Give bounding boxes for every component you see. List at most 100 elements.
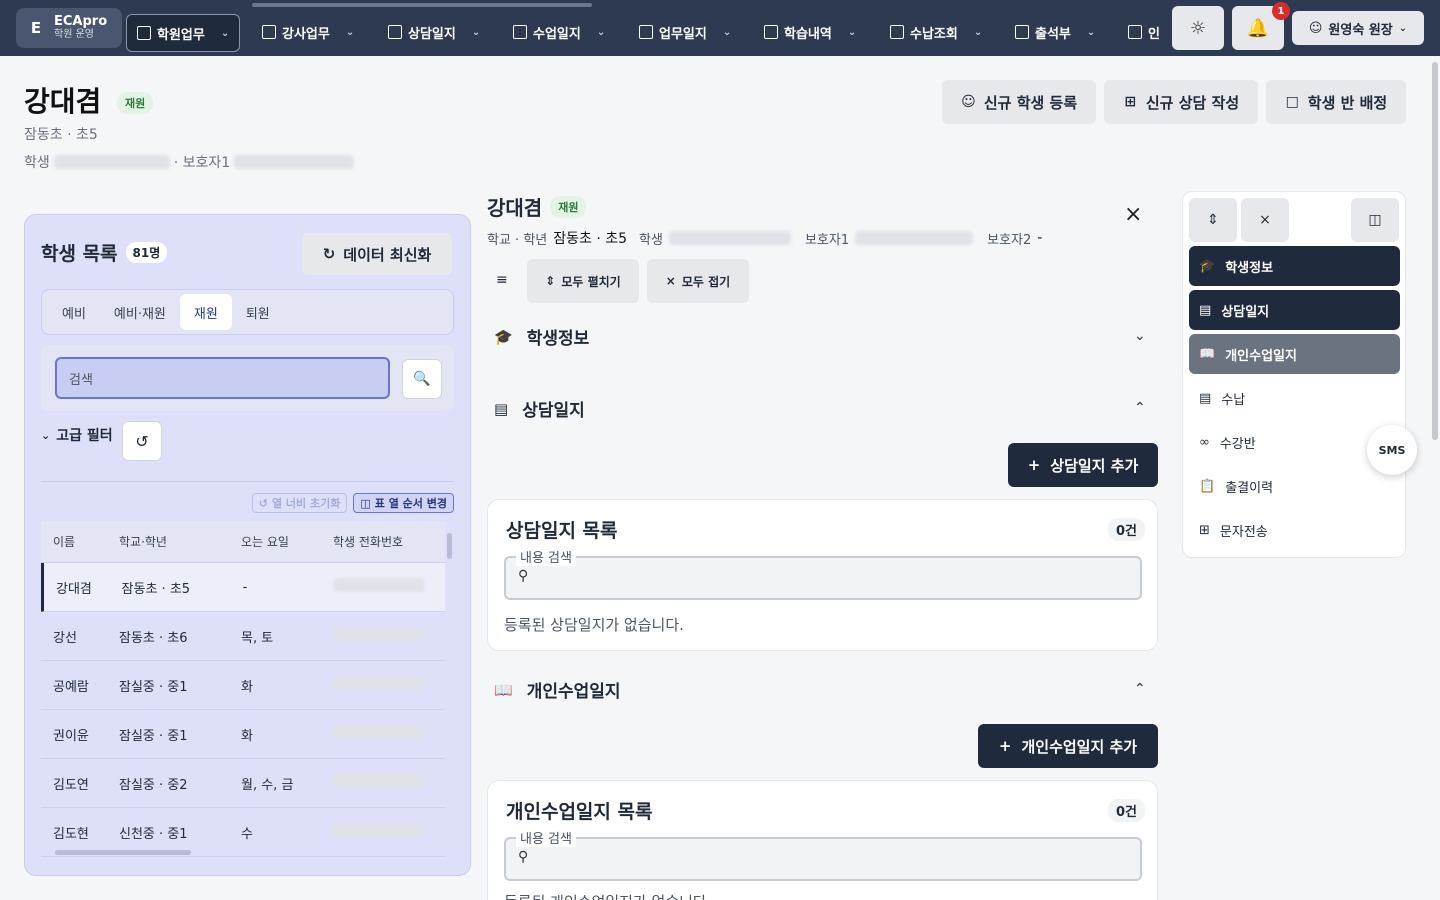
bell-icon: 🔔 <box>1246 17 1270 39</box>
reset-icon: ↺ <box>135 431 149 451</box>
tab-enrolled[interactable]: 재원 <box>179 294 232 330</box>
rnav-label: 개인수업일지 <box>1225 348 1297 364</box>
adv-filter-label: 고급 필터 <box>56 428 113 444</box>
table-tools: ↺ 열 너비 초기화 ◫ 표 열 순서 변경 <box>251 493 454 513</box>
user-menu-button[interactable]: ☺ 원영숙 원장 ⌄ <box>1292 11 1424 45</box>
table-row[interactable]: 강선 잠동초 · 초6 목, 토 <box>41 612 445 661</box>
lesson-search-input[interactable]: 내용 검색 ⚲ <box>504 828 1142 881</box>
edit-icon <box>262 25 276 39</box>
col-school[interactable]: 학교·학년 <box>105 533 227 550</box>
section-title: 개인수업일지 <box>526 682 621 702</box>
nav-item-lesson[interactable]: 수업일지 ⌄ <box>513 14 605 50</box>
table-vertical-scrollbar[interactable] <box>447 533 452 559</box>
search-button[interactable]: 🔍 <box>402 359 442 399</box>
nav-scrollbar[interactable] <box>252 3 592 7</box>
phone-blurred <box>53 155 170 169</box>
nav-item-learning[interactable]: 학습내역 ⌄ <box>764 14 856 50</box>
new-consult-button[interactable]: ⊞ 신규 상담 작성 <box>1104 80 1258 124</box>
chevron-down-icon[interactable]: ⌄ <box>1134 328 1146 344</box>
logo-mark: E <box>30 19 42 37</box>
nav-item-payment[interactable]: 수납조회 ⌄ <box>890 14 982 50</box>
rnav-consult[interactable]: ▤ 상담일지 <box>1189 290 1400 330</box>
nav-label: 수업일지 <box>533 26 581 42</box>
add-lesson-button[interactable]: + 개인수업일지 추가 <box>978 724 1158 768</box>
tab-withdrawn[interactable]: 퇴원 <box>232 294 284 330</box>
guardian1-blurred <box>855 231 974 245</box>
list-ordered-icon[interactable]: ≡ <box>496 272 508 288</box>
sms-floating-button[interactable]: SMS <box>1367 425 1417 475</box>
user-name: 원영숙 원장 <box>1328 22 1393 38</box>
app-logo[interactable]: E ECApro 학원 운영 <box>16 8 122 48</box>
cell-phone <box>320 578 445 596</box>
card-count: 0건 <box>1107 799 1145 822</box>
section-header-student-info[interactable]: 🎓 학생정보 <box>494 324 589 350</box>
nav-item-consult[interactable]: 상담일지 ⌄ <box>388 14 480 50</box>
search-icon: ⚲ <box>518 568 529 584</box>
nav-label: 출석부 <box>1035 26 1071 42</box>
reset-width-label: 열 너비 초기화 <box>271 497 341 510</box>
nav-item-teacher[interactable]: 강사업무 ⌄ <box>262 14 354 50</box>
user-icon: ☺ <box>1308 20 1323 36</box>
student-count-badge: 81명 <box>125 242 168 263</box>
expand-all-button[interactable]: ⇕ 모두 펼치기 <box>527 259 639 303</box>
card-count: 0건 <box>1107 518 1145 541</box>
section-header-lesson[interactable]: 📖 개인수업일지 <box>494 677 621 703</box>
nav-item-attendance[interactable]: 출석부 ⌄ <box>1015 14 1095 50</box>
consult-search-input[interactable]: 내용 검색 ⚲ <box>504 547 1142 600</box>
expand-all-icon-button[interactable]: ⇕ <box>1189 198 1237 242</box>
reset-column-width-button[interactable]: ↺ 열 너비 초기화 <box>251 493 348 513</box>
section-nav-panel: ⇕ × ◫ 🎓 학생정보 ▤ 상담일지 📖 개인수업일지 ▤ 수납 ∞ 수강반 … <box>1182 191 1406 558</box>
nav-item-more[interactable]: 인 <box>1128 14 1160 50</box>
rnav-student-info[interactable]: 🎓 학생정보 <box>1189 246 1400 286</box>
col-phone[interactable]: 학생 전화번호 <box>319 533 445 550</box>
panel-toggle-button[interactable]: ◫ <box>1351 198 1399 242</box>
chevron-up-icon[interactable]: ⌃ <box>1134 400 1146 416</box>
rnav-sms[interactable]: ⊞ 문자전송 <box>1189 510 1400 550</box>
clipboard-check-icon <box>1015 25 1029 39</box>
rnav-lesson[interactable]: 📖 개인수업일지 <box>1189 334 1400 374</box>
table-horizontal-scrollbar[interactable] <box>55 850 191 855</box>
theme-toggle-button[interactable]: ☼ <box>1172 6 1224 50</box>
empty-message: 등록된 개인수업일지가 없습니다. <box>504 891 712 900</box>
collapse-all-label: 모두 접기 <box>681 274 731 289</box>
reset-filter-button[interactable]: ↺ <box>122 421 162 461</box>
add-consult-button[interactable]: + 상담일지 추가 <box>1008 443 1158 487</box>
section-title: 상담일지 <box>522 401 585 421</box>
nav-item-work[interactable]: 업무일지 ⌄ <box>639 14 731 50</box>
col-days[interactable]: 오는 요일 <box>227 533 319 550</box>
message-plus-icon <box>388 25 402 39</box>
consult-list-card: 상담일지 목록 0건 내용 검색 ⚲ 등록된 상담일지가 없습니다. <box>487 499 1158 651</box>
search-input[interactable]: 검색 <box>55 357 390 399</box>
nav-item-academy[interactable]: 학원업무 ⌄ <box>126 14 241 52</box>
student-name: 강대겸 <box>24 85 102 118</box>
nav-label: 인 <box>1148 26 1160 42</box>
page-scrollbar[interactable] <box>1432 62 1438 440</box>
collapse-all-icon-button[interactable]: × <box>1241 198 1289 242</box>
close-icon[interactable]: × <box>1124 202 1142 227</box>
notifications-button[interactable]: 🔔 1 <box>1232 2 1290 50</box>
collapse-all-button[interactable]: × 모두 접기 <box>647 259 749 303</box>
table-row[interactable]: 공예람 잠실중 · 중1 화 <box>41 661 445 710</box>
tab-prospective-enrolled[interactable]: 예비·재원 <box>100 294 180 330</box>
table-row[interactable]: 강대겸 잠동초 · 초5 - <box>41 563 445 612</box>
assign-class-button[interactable]: □ 학생 반 배정 <box>1266 80 1406 124</box>
tab-prospective[interactable]: 예비 <box>48 294 100 330</box>
register-student-button[interactable]: ☺ 신규 학생 등록 <box>942 80 1096 124</box>
rnav-label: 출결이력 <box>1225 480 1274 496</box>
clipboard-icon: 📋 <box>1199 478 1216 494</box>
rnav-attendance[interactable]: 📋 출결이력 <box>1189 466 1400 506</box>
chevron-up-icon[interactable]: ⌃ <box>1134 681 1146 697</box>
col-name[interactable]: 이름 <box>41 533 105 550</box>
advanced-filter-toggle[interactable]: ⌄ 고급 필터 <box>41 425 113 445</box>
refresh-data-button[interactable]: ↻ 데이터 최신화 <box>302 233 452 275</box>
nav-label: 강사업무 <box>282 26 330 42</box>
chevrons-expand-icon: ⇕ <box>1207 212 1219 228</box>
student-list-panel: 학생 목록 81명 ↻ 데이터 최신화 예비 예비·재원 재원 퇴원 검색 🔍 … <box>24 214 471 876</box>
table-row[interactable]: 김도연 잠실중 · 중2 월, 수, 금 <box>41 759 445 808</box>
reorder-columns-button[interactable]: ◫ 표 열 순서 변경 <box>353 493 454 513</box>
table-row[interactable]: 권이윤 잠실중 · 중1 화 <box>41 710 445 759</box>
section-header-consult[interactable]: ▤ 상담일지 <box>494 396 585 422</box>
empty-message: 등록된 상담일지가 없습니다. <box>504 616 684 634</box>
table-header: 이름 학교·학년 오는 요일 학생 전화번호 <box>41 521 445 563</box>
rnav-payment[interactable]: ▤ 수납 <box>1189 378 1400 418</box>
